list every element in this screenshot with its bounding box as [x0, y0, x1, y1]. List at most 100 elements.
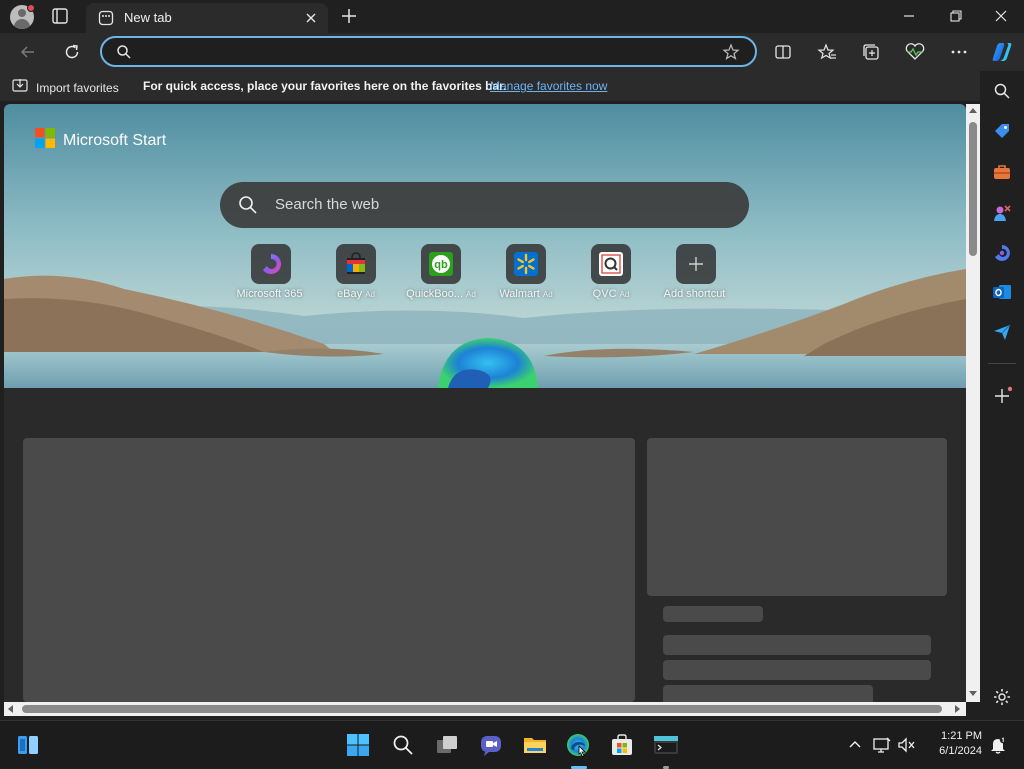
- sidebar-settings-gear-icon[interactable]: [990, 685, 1014, 709]
- feed-text-skeleton: [663, 660, 931, 680]
- restore-button[interactable]: [932, 4, 978, 28]
- collections-icon[interactable]: [857, 38, 885, 66]
- favorites-icon[interactable]: [813, 38, 841, 66]
- horizontal-scrollbar[interactable]: [4, 702, 966, 716]
- import-favorites-button[interactable]: Import favorites: [12, 78, 119, 97]
- search-placeholder: Search the web: [275, 196, 380, 213]
- split-screen-icon[interactable]: [769, 38, 797, 66]
- horizontal-scroll-thumb[interactable]: [22, 705, 942, 713]
- shortcut-label: Walmart: [499, 288, 540, 300]
- new-tab-page-icon: [98, 10, 114, 26]
- shortcut-add[interactable]: Add shortcut: [653, 244, 739, 300]
- svg-text:qb: qb: [434, 259, 448, 271]
- tab-actions-icon[interactable]: [50, 6, 70, 26]
- minimize-button[interactable]: [886, 4, 932, 28]
- feed-text-skeleton: [663, 606, 763, 622]
- m365-icon: [251, 244, 291, 284]
- quickbooks-icon: qb: [421, 244, 461, 284]
- scroll-left-icon[interactable]: [6, 704, 16, 714]
- title-bar: New tab: [0, 0, 1024, 33]
- search-icon: [116, 44, 132, 65]
- send-icon[interactable]: [990, 320, 1014, 344]
- profile-notification-dot: [27, 4, 35, 12]
- hero-background: Microsoft Start Search the web Microsoft…: [4, 104, 966, 388]
- new-tab-button[interactable]: [338, 5, 360, 27]
- shortcut-label: Microsoft 365: [236, 288, 303, 300]
- start-button-icon[interactable]: [344, 731, 372, 759]
- refresh-button[interactable]: [58, 38, 86, 66]
- task-view-icon[interactable]: [433, 731, 461, 759]
- vertical-scroll-thumb[interactable]: [969, 122, 977, 256]
- address-input[interactable]: [142, 42, 702, 62]
- clock-time: 1:21 PM: [941, 730, 982, 742]
- manage-favorites-link[interactable]: Manage favorites now: [490, 79, 607, 93]
- favorites-bar: Import favorites For quick access, place…: [0, 71, 1024, 101]
- search-icon: [238, 195, 258, 220]
- tab-close-icon[interactable]: [302, 9, 320, 27]
- show-hidden-icons-chevron-icon[interactable]: [841, 731, 869, 759]
- copilot-icon[interactable]: [988, 38, 1016, 66]
- address-bar[interactable]: [100, 36, 757, 67]
- vertical-scrollbar[interactable]: [966, 104, 980, 702]
- scroll-right-icon[interactable]: [952, 704, 962, 714]
- edge-sidebar: [980, 71, 1024, 719]
- ebay-icon: [336, 244, 376, 284]
- sidebar-divider: [988, 363, 1016, 364]
- display-icon[interactable]: [868, 731, 896, 759]
- shortcut-ebay[interactable]: eBay Ad: [313, 244, 399, 300]
- close-window-button[interactable]: [978, 4, 1024, 28]
- favorite-star-icon[interactable]: [722, 43, 740, 66]
- ad-badge: Ad: [619, 290, 630, 299]
- microsoft-start-brand[interactable]: Microsoft Start: [35, 128, 166, 153]
- widgets-icon[interactable]: [14, 731, 42, 759]
- plus-icon: [676, 244, 716, 284]
- add-sidebar-app-icon[interactable]: [990, 384, 1014, 408]
- shortcut-quickbooks[interactable]: qb QuickBoo... Ad: [398, 244, 484, 300]
- ad-badge: Ad: [542, 290, 553, 299]
- import-icon: [12, 78, 30, 97]
- new-tab-page: Microsoft Start Search the web Microsoft…: [4, 104, 966, 702]
- shortcut-qvc[interactable]: QVC Ad: [568, 244, 654, 300]
- tab-title: New tab: [124, 10, 172, 25]
- shortcut-label: Add shortcut: [663, 288, 726, 300]
- shopping-tag-icon[interactable]: [990, 119, 1014, 143]
- shortcut-walmart[interactable]: Walmart Ad: [483, 244, 569, 300]
- notifications-bell-icon[interactable]: [984, 731, 1012, 759]
- edge-taskbar-icon[interactable]: [564, 731, 592, 759]
- sidebar-search-icon[interactable]: [990, 79, 1014, 103]
- walmart-icon: [506, 244, 546, 284]
- shortcut-label: QuickBoo...: [406, 288, 464, 300]
- shortcut-microsoft-365[interactable]: Microsoft 365: [228, 244, 314, 300]
- back-button[interactable]: [14, 38, 42, 66]
- file-explorer-icon[interactable]: [521, 731, 549, 759]
- microsoft-store-icon[interactable]: [608, 731, 636, 759]
- more-options-icon[interactable]: [945, 38, 973, 66]
- scroll-up-icon[interactable]: [968, 106, 978, 116]
- news-feed-placeholder: [4, 388, 966, 702]
- brand-label: Microsoft Start: [63, 131, 167, 149]
- import-favorites-label: Import favorites: [36, 80, 119, 95]
- feed-text-skeleton: [663, 635, 931, 655]
- web-search-box[interactable]: Search the web: [220, 182, 749, 228]
- tab-new-tab[interactable]: New tab: [86, 3, 328, 33]
- feed-text-skeleton: [663, 685, 873, 702]
- ad-badge: Ad: [466, 290, 476, 299]
- shortcut-label: eBay: [337, 288, 363, 300]
- qvc-icon: [591, 244, 631, 284]
- microsoft-logo-icon: [35, 128, 55, 153]
- shortcut-label: QVC: [592, 288, 617, 300]
- copilot-sidebar-icon[interactable]: [990, 241, 1014, 265]
- clock-date: 6/1/2024: [939, 745, 982, 757]
- browser-essentials-icon[interactable]: [901, 38, 929, 66]
- scroll-down-icon[interactable]: [968, 688, 978, 698]
- teams-chat-icon[interactable]: [477, 731, 505, 759]
- system-clock[interactable]: 1:21 PM 6/1/2024: [918, 729, 982, 759]
- taskbar-search-icon[interactable]: [389, 731, 417, 759]
- feed-card-skeleton: [647, 438, 947, 596]
- speaker-muted-icon[interactable]: [893, 731, 921, 759]
- games-icon[interactable]: [990, 201, 1014, 225]
- outlook-icon[interactable]: [990, 280, 1014, 304]
- terminal-icon[interactable]: [652, 731, 680, 759]
- feed-card-skeleton: [23, 438, 635, 702]
- tools-briefcase-icon[interactable]: [990, 160, 1014, 184]
